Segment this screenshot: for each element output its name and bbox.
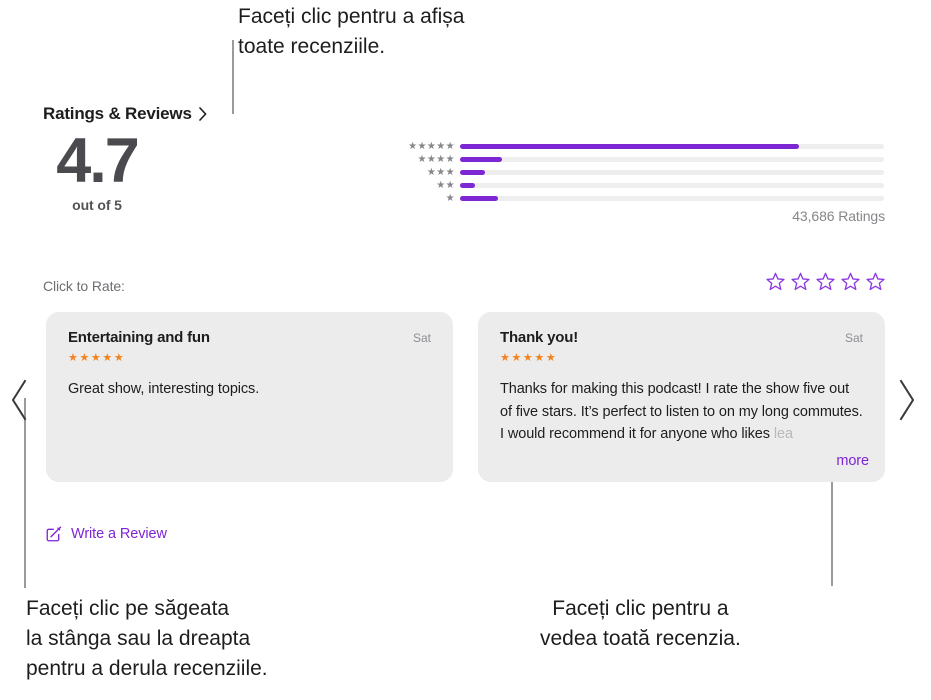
histogram-row-fill	[460, 196, 499, 201]
carousel-next-arrow[interactable]	[896, 378, 918, 422]
histogram-row-stars: ★★	[436, 179, 455, 191]
histogram-row-track	[460, 183, 884, 188]
histogram-row: ★★★★	[406, 153, 884, 166]
review-card[interactable]: Entertaining and fun Sat ★★★★★ Great sho…	[46, 312, 453, 482]
histogram-row-track	[460, 170, 884, 175]
histogram-row-stars: ★★★	[426, 166, 455, 178]
chevron-right-icon	[198, 107, 207, 121]
review-card[interactable]: Thank you! Sat ★★★★★ Thanks for making t…	[478, 312, 885, 482]
histogram-row-stars: ★★★★★	[408, 140, 455, 152]
page-title: Ratings & Reviews	[43, 104, 192, 123]
histogram-row-fill	[460, 170, 486, 175]
histogram-row-fill	[460, 157, 503, 162]
review-date: Sat	[844, 331, 863, 345]
review-title: Entertaining and fun	[68, 329, 210, 346]
callout-top: Faceți clic pentru a afișa toate recenzi…	[238, 5, 465, 58]
write-a-review-button[interactable]: Write a Review	[46, 526, 167, 542]
histogram-row-track	[460, 144, 884, 149]
histogram-row: ★	[406, 192, 884, 205]
review-header: Thank you! Sat	[500, 329, 863, 346]
review-body: Thanks for making this podcast! I rate t…	[500, 378, 863, 446]
histogram-row: ★★★★★	[406, 140, 884, 153]
histogram-row-track	[460, 157, 884, 162]
histogram-row: ★★★	[406, 166, 884, 179]
write-a-review-label: Write a Review	[71, 526, 167, 542]
total-ratings-count: 43,686 Ratings	[792, 208, 885, 224]
histogram-row-stars: ★★★★	[417, 153, 455, 165]
review-body-truncated-tail: lea	[773, 426, 793, 442]
review-title: Thank you!	[500, 329, 579, 346]
review-star-rating: ★★★★★	[68, 352, 126, 364]
review-header: Entertaining and fun Sat	[68, 329, 431, 346]
star-outline-icon[interactable]	[766, 272, 785, 291]
histogram-row-stars: ★	[445, 192, 455, 204]
average-score-value: 4.7	[56, 126, 140, 196]
review-body-text: Thanks for making this podcast! I rate t…	[500, 381, 863, 442]
star-outline-icon[interactable]	[866, 272, 885, 291]
callout-bottom-left: Faceți clic pe săgeata la stânga sau la …	[26, 597, 268, 680]
star-outline-icon[interactable]	[816, 272, 835, 291]
histogram-row-fill	[460, 144, 800, 149]
review-star-rating: ★★★★★	[500, 352, 558, 364]
review-date: Sat	[412, 331, 431, 345]
ratings-and-reviews-panel: Ratings & Reviews 4.7 out of 5 ★★★★★ ★★★…	[0, 96, 931, 566]
compose-icon	[46, 526, 62, 542]
histogram-row-fill	[460, 183, 475, 188]
review-body-text: Great show, interesting topics.	[68, 381, 260, 397]
ratings-histogram: ★★★★★ ★★★★ ★★★ ★★ ★	[406, 140, 884, 205]
review-body: Great show, interesting topics.	[68, 378, 431, 401]
star-outline-icon[interactable]	[841, 272, 860, 291]
histogram-row-track	[460, 196, 884, 201]
average-score-block: 4.7 out of 5	[42, 128, 152, 213]
click-to-rate-stars[interactable]	[766, 272, 885, 291]
histogram-row: ★★	[406, 179, 884, 192]
ratings-reviews-header-link[interactable]: Ratings & Reviews	[43, 104, 207, 124]
star-outline-icon[interactable]	[791, 272, 810, 291]
carousel-prev-arrow[interactable]	[8, 378, 30, 422]
click-to-rate-label: Click to Rate:	[43, 278, 125, 294]
reviews-carousel: Entertaining and fun Sat ★★★★★ Great sho…	[46, 312, 885, 482]
more-link[interactable]: more	[826, 453, 869, 469]
average-score-outof: out of 5	[72, 197, 122, 213]
callout-bottom-right: Faceți clic pentru a vedea toată recenzi…	[540, 597, 741, 650]
